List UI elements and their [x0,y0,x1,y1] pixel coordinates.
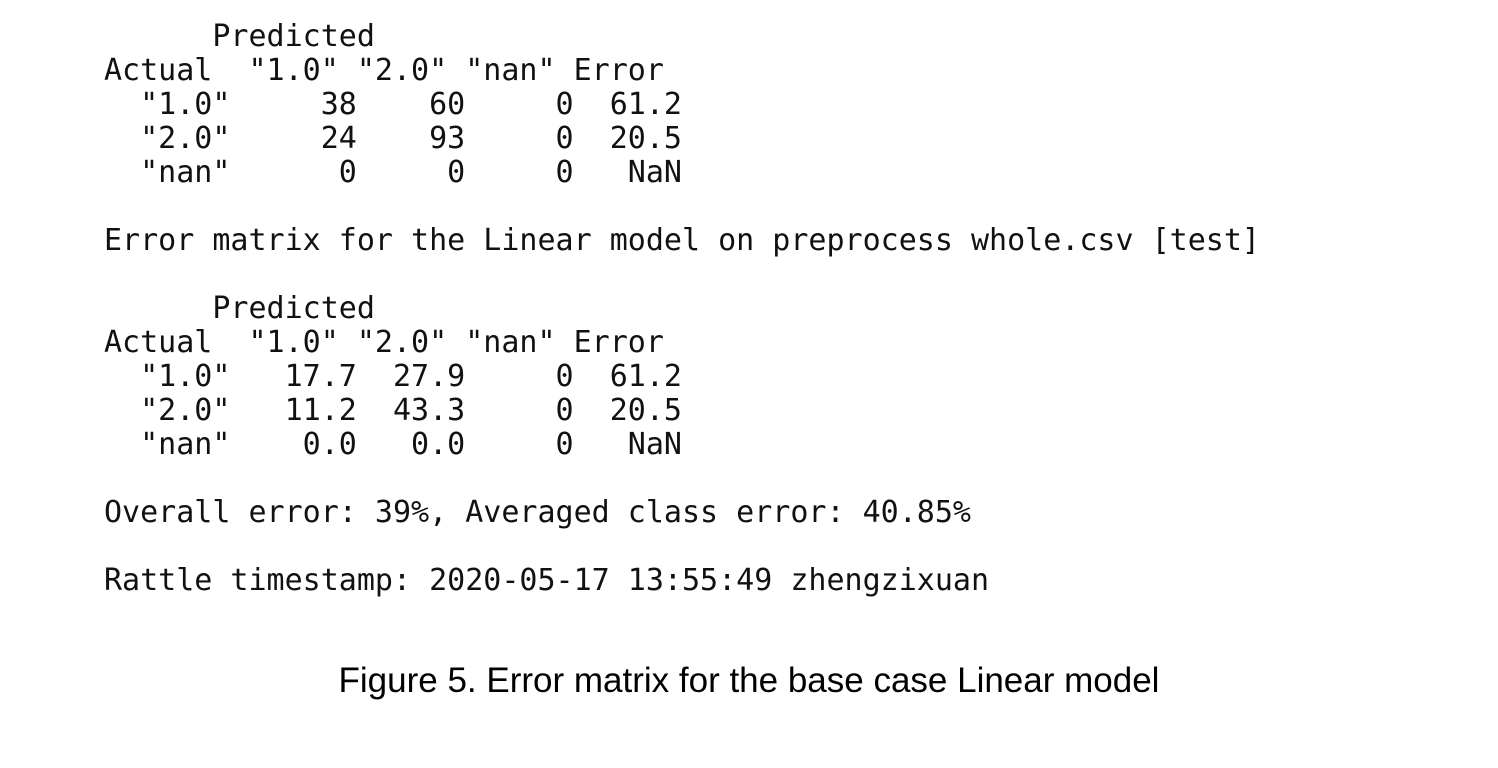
separator-line: ========================================… [104,588,1296,601]
figure-caption: Figure 5. Error matrix for the base case… [338,661,1160,700]
matrix1-header-columns: Actual "1.0" "2.0" "nan" Error [104,53,664,88]
matrix2-row-1: "1.0" 17.7 27.9 0 61.2 [104,359,682,394]
matrix1-header-predicted: Predicted [104,20,375,54]
console-output: Predicted Actual "1.0" "2.0" "nan" Error… [104,20,1404,600]
matrix1-row-2: "2.0" 24 93 0 20.5 [104,121,682,156]
overall-error-line: Overall error: 39%, Averaged class error… [104,495,971,530]
matrix2-row-2: "2.0" 11.2 43.3 0 20.5 [104,393,682,428]
matrix2-header-columns: Actual "1.0" "2.0" "nan" Error [104,325,664,360]
matrix2-title: Error matrix for the Linear model on pre… [104,223,1260,258]
matrix1-row-nan: "nan" 0 0 0 NaN [104,155,682,190]
matrix1-row-1: "1.0" 38 60 0 61.2 [104,87,682,122]
matrix2-header-predicted: Predicted [104,291,375,326]
matrix2-row-nan: "nan" 0.0 0.0 0 NaN [104,427,682,462]
